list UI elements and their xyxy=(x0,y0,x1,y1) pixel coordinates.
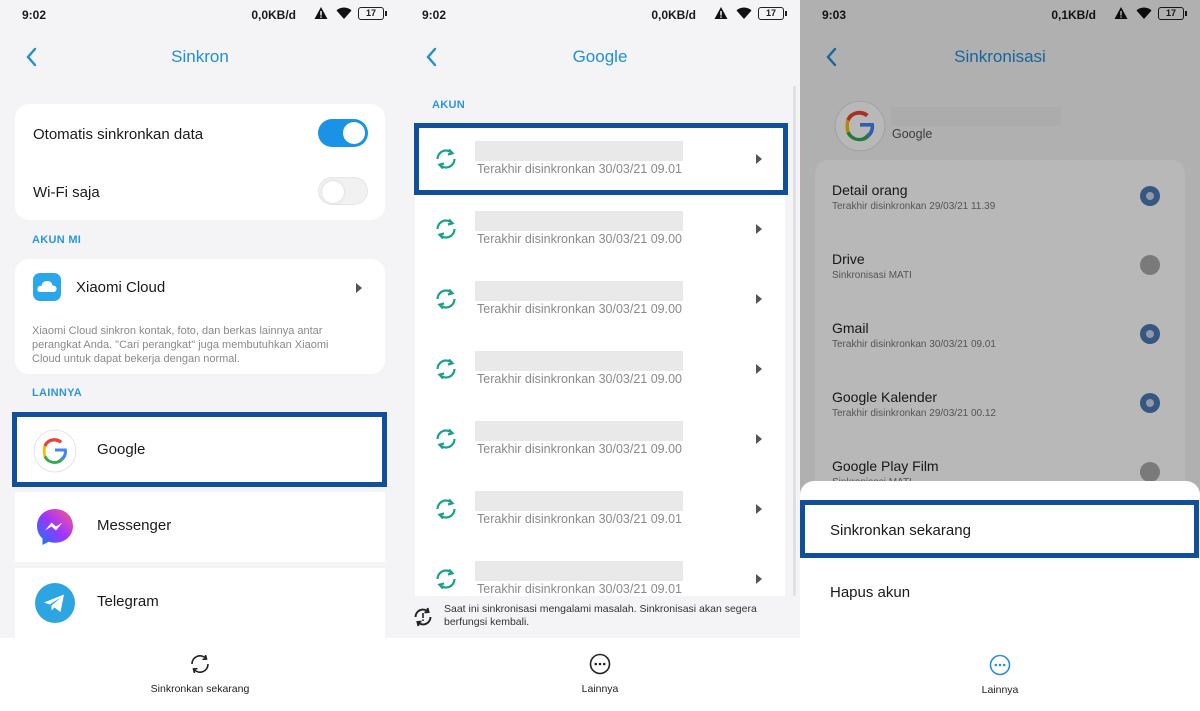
battery-icon: 17 xyxy=(358,7,387,20)
sync-icon xyxy=(436,568,456,590)
section-mi-account: AKUN MI xyxy=(32,234,82,246)
sync-options-card: Otomatis sinkronkan data Wi-Fi saja xyxy=(15,104,385,220)
bottom-action-bar: Lainnya xyxy=(400,638,800,711)
last-synced-label: Terakhir disinkronkan 30/03/21 09.00 xyxy=(477,372,682,386)
highlight-first-account xyxy=(414,123,788,195)
account-email-redacted xyxy=(475,561,683,581)
xiaomi-cloud-label: Xiaomi Cloud xyxy=(76,279,166,296)
more-dots-icon xyxy=(989,654,1011,676)
page-title: Sinkron xyxy=(171,47,229,66)
last-synced-label: Terakhir disinkronkan 30/03/21 09.00 xyxy=(477,302,682,316)
sync-now-label: Sinkronkan sekarang xyxy=(150,683,250,695)
more-dots-icon xyxy=(589,653,611,675)
sync-icon xyxy=(436,498,456,520)
account-sync-screen: 9:03 0,1KB/d 17 Sinkronisasi Google Deta… xyxy=(800,0,1200,711)
account-row[interactable]: Terakhir disinkronkan 30/03/21 09.00 xyxy=(415,265,785,335)
chevron-right-icon xyxy=(756,574,762,584)
title-bar: Google xyxy=(400,36,800,78)
sync-error-message: Saat ini sinkronisasi mengalami masalah.… xyxy=(444,603,757,628)
scrollbar[interactable] xyxy=(793,86,796,596)
last-synced-label: Terakhir disinkronkan 30/03/21 09.00 xyxy=(477,442,682,456)
status-time: 9:02 xyxy=(422,8,447,22)
chevron-right-icon xyxy=(756,434,762,444)
highlight-google-row xyxy=(12,412,387,487)
status-time: 9:02 xyxy=(22,8,47,22)
app-row-messenger[interactable]: Messenger xyxy=(15,492,385,562)
chevron-right-icon xyxy=(756,294,762,304)
chevron-right-icon xyxy=(356,283,362,293)
chevron-right-icon xyxy=(756,224,762,234)
xiaomi-cloud-card[interactable]: Xiaomi Cloud Xiaomi Cloud sinkron kontak… xyxy=(15,259,385,374)
telegram-icon xyxy=(35,583,75,623)
highlight-sync-now xyxy=(800,500,1199,558)
section-account: AKUN xyxy=(432,99,465,111)
battery-icon: 17 xyxy=(758,7,787,20)
more-button[interactable]: Lainnya xyxy=(800,653,1200,696)
more-label: Lainnya xyxy=(981,684,1019,696)
auto-sync-label: Otomatis sinkronkan data xyxy=(33,126,204,143)
warning-icon xyxy=(714,7,728,19)
wifi-only-toggle[interactable] xyxy=(318,177,368,205)
account-row[interactable]: Terakhir disinkronkan 30/03/21 09.01 xyxy=(415,475,785,545)
status-bar: 9:02 0,0KB/d 17 xyxy=(400,0,800,28)
account-email-redacted xyxy=(475,211,683,231)
wifi-icon xyxy=(336,7,352,19)
auto-sync-toggle[interactable] xyxy=(318,119,368,147)
menu-item-remove-account[interactable]: Hapus akun xyxy=(830,584,910,601)
wifi-icon xyxy=(736,7,752,19)
last-synced-label: Terakhir disinkronkan 30/03/21 09.00 xyxy=(477,232,682,246)
account-row[interactable]: Terakhir disinkronkan 30/03/21 09.00 xyxy=(415,195,785,265)
sync-problem-icon xyxy=(414,607,432,627)
more-label: Lainnya xyxy=(581,683,619,695)
section-other: LAINNYA xyxy=(32,387,82,399)
warning-icon xyxy=(314,7,328,19)
status-network-speed: 0,0KB/d xyxy=(251,8,296,22)
sync-icon xyxy=(436,218,456,240)
last-synced-label: Terakhir disinkronkan 30/03/21 09.01 xyxy=(477,582,682,596)
wifi-only-label: Wi-Fi saja xyxy=(33,184,100,201)
google-accounts-screen: 9:02 0,0KB/d 17 Google AKUN Terakhir dis… xyxy=(400,0,800,711)
sync-icon xyxy=(191,654,209,674)
title-bar: Sinkron xyxy=(0,36,400,78)
chevron-right-icon xyxy=(756,364,762,374)
messenger-icon xyxy=(37,509,73,545)
more-button[interactable]: Lainnya xyxy=(400,652,800,695)
page-title: Google xyxy=(572,47,628,66)
xiaomi-cloud-description: Xiaomi Cloud sinkron kontak, foto, dan b… xyxy=(32,325,329,365)
account-email-redacted xyxy=(475,281,683,301)
sync-icon xyxy=(436,358,456,380)
sync-now-button[interactable]: Sinkronkan sekarang xyxy=(0,652,400,695)
app-row-telegram[interactable]: Telegram xyxy=(15,568,385,638)
sync-icon xyxy=(436,428,456,450)
app-label-messenger: Messenger xyxy=(97,517,172,534)
sync-settings-screen: 9:02 0,0KB/d 17 Sinkron Otomatis sinkron… xyxy=(0,0,400,711)
sync-error-banner: Saat ini sinkronisasi mengalami masalah.… xyxy=(400,596,800,641)
account-email-redacted xyxy=(475,351,683,371)
chevron-right-icon xyxy=(756,504,762,514)
app-label-telegram: Telegram xyxy=(97,593,159,610)
sync-icon xyxy=(436,288,456,310)
status-network-speed: 0,0KB/d xyxy=(651,8,696,22)
account-row[interactable]: Terakhir disinkronkan 30/03/21 09.00 xyxy=(415,335,785,405)
account-row[interactable]: Terakhir disinkronkan 30/03/21 09.00 xyxy=(415,405,785,475)
account-email-redacted xyxy=(475,421,683,441)
bottom-action-bar: Sinkronkan sekarang xyxy=(0,638,400,711)
xiaomi-cloud-icon xyxy=(33,273,61,301)
last-synced-label: Terakhir disinkronkan 30/03/21 09.01 xyxy=(477,512,682,526)
status-bar: 9:02 0,0KB/d 17 xyxy=(0,0,400,28)
account-email-redacted xyxy=(475,491,683,511)
